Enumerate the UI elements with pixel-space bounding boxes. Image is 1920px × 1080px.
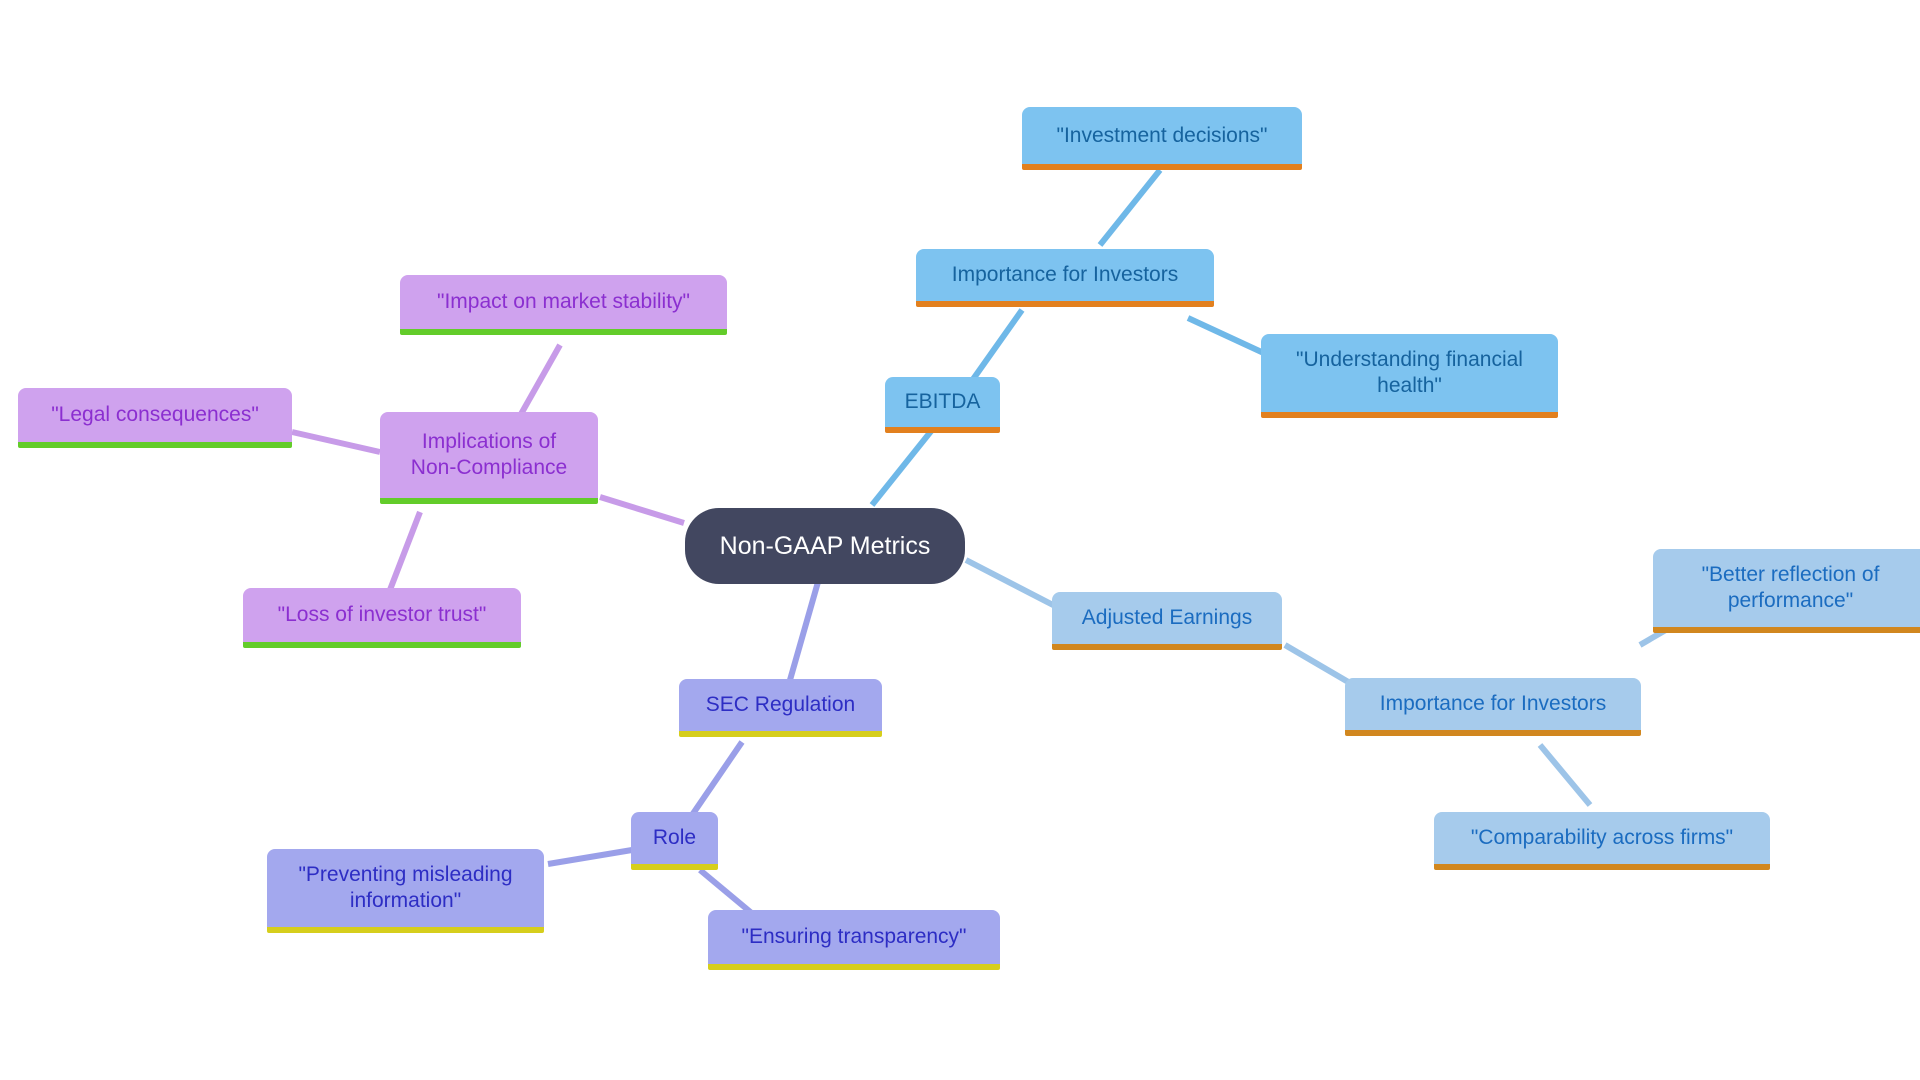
node-understanding-financial-health-label: "Understanding financial health" [1296,348,1523,397]
node-ebitda-label: EBITDA [904,390,981,414]
edge-root-sec [787,581,821,681]
node-preventing-misleading[interactable]: "Preventing misleading information" [267,849,544,933]
node-sec-regulation-label: SEC Regulation [705,693,856,717]
node-legal-consequences[interactable]: "Legal consequences" [18,388,292,448]
node-implications-label: Implications of Non-Compliance [410,430,568,479]
node-adjusted-importance-label: Importance for Investors [1379,692,1607,716]
node-better-reflection[interactable]: "Better reflection of performance" [1653,549,1920,633]
edge-adjusted-importance [1283,642,1352,686]
node-ebitda[interactable]: EBITDA [885,377,1000,433]
edge-implications-trust [385,510,423,597]
edge-importance-investment [1097,168,1163,247]
node-sec-regulation[interactable]: SEC Regulation [679,679,882,737]
node-legal-consequences-label: "Legal consequences" [51,403,259,427]
node-investment-decisions[interactable]: "Investment decisions" [1022,107,1302,170]
node-comparability[interactable]: "Comparability across firms" [1434,812,1770,870]
node-adjusted-earnings-label: Adjusted Earnings [1081,606,1253,630]
node-investor-trust[interactable]: "Loss of investor trust" [243,588,521,648]
node-root[interactable]: Non-GAAP Metrics [685,508,965,584]
node-adjusted-earnings[interactable]: Adjusted Earnings [1052,592,1282,650]
edge-role-preventing [547,847,633,867]
edge-root-implications [599,494,685,526]
node-root-label: Non-GAAP Metrics [719,531,931,560]
node-understanding-financial-health[interactable]: "Understanding financial health" [1261,334,1558,418]
node-adjusted-importance[interactable]: Importance for Investors [1345,678,1641,736]
node-investment-decisions-label: "Investment decisions" [1056,123,1268,147]
node-role[interactable]: Role [631,812,718,870]
node-better-reflection-label: "Better reflection of performance" [1701,563,1880,612]
node-ebitda-importance-label: Importance for Investors [951,263,1179,287]
edge-sec-role [687,740,745,820]
node-role-label: Role [652,826,697,850]
node-market-stability[interactable]: "Impact on market stability" [400,275,727,335]
node-investor-trust-label: "Loss of investor trust" [277,603,487,627]
node-ebitda-importance[interactable]: Importance for Investors [916,249,1214,307]
node-comparability-label: "Comparability across firms" [1470,826,1734,850]
node-preventing-misleading-label: "Preventing misleading information" [298,863,513,912]
node-market-stability-label: "Impact on market stability" [437,290,690,314]
node-implications[interactable]: Implications of Non-Compliance [380,412,598,504]
edge-implications-legal [291,429,381,455]
mindmap-canvas: Non-GAAP Metrics EBITDA Importance for I… [0,0,1920,1080]
edge-adjusted-comparability [1537,743,1593,807]
edge-importance-understanding [1186,315,1270,358]
edge-root-adjusted [964,557,1057,609]
node-ensuring-transparency-label: "Ensuring transparency" [741,925,967,949]
node-ensuring-transparency[interactable]: "Ensuring transparency" [708,910,1000,970]
